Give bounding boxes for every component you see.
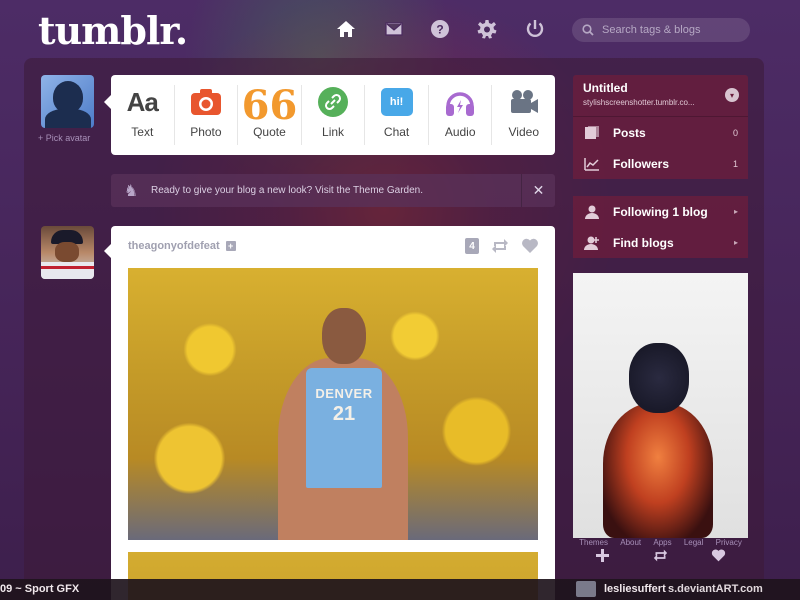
chat-icon: hi! bbox=[380, 85, 413, 119]
radar-image[interactable] bbox=[573, 273, 748, 538]
post-type-chat[interactable]: hi! Chat bbox=[365, 85, 429, 145]
photo-player-head bbox=[322, 308, 366, 364]
posts-count: 0 bbox=[732, 127, 738, 138]
watermark-bar: 09 ~ Sport GFX lesliesuffert s.deviantAR… bbox=[0, 579, 800, 600]
svg-text:?: ? bbox=[436, 23, 443, 37]
camera-icon bbox=[190, 85, 222, 119]
watermark-user: lesliesuffert bbox=[576, 581, 666, 597]
photo-jersey: DENVER 21 bbox=[306, 368, 382, 488]
post-type-label: Photo bbox=[190, 125, 222, 139]
sidebar-item-label: Following 1 blog bbox=[613, 204, 708, 219]
home-icon[interactable] bbox=[335, 18, 357, 40]
video-camera-icon bbox=[508, 85, 540, 119]
avatar-face bbox=[55, 242, 79, 262]
text-icon: Aa bbox=[126, 86, 159, 117]
post-username[interactable]: theagonyofdefeat + bbox=[128, 240, 236, 252]
post-type-bar: Aa Text Photo 66 Quote Link hi! Chat Aud… bbox=[104, 75, 555, 155]
avatar-shirt bbox=[41, 262, 94, 279]
heart-icon[interactable] bbox=[711, 548, 726, 563]
post-type-label: Link bbox=[322, 125, 345, 139]
post-type-audio[interactable]: Audio bbox=[429, 85, 493, 145]
tumblr-logo[interactable]: tumblr. bbox=[38, 8, 188, 53]
link-icon bbox=[318, 85, 349, 119]
chevron-down-icon[interactable]: ▾ bbox=[725, 88, 739, 102]
post-type-label: Quote bbox=[253, 125, 286, 139]
headphones-icon bbox=[444, 85, 476, 119]
unicorn-icon: ♞ bbox=[123, 182, 139, 200]
post-photo[interactable]: DENVER 21 bbox=[128, 268, 538, 540]
post-type-label: Chat bbox=[383, 125, 410, 139]
heart-icon[interactable] bbox=[521, 237, 539, 255]
reblog-icon[interactable] bbox=[653, 548, 668, 563]
radar-figure bbox=[603, 403, 713, 538]
radar-figure-head bbox=[629, 343, 689, 413]
post-type-video[interactable]: Video bbox=[492, 85, 555, 145]
followers-icon bbox=[583, 157, 601, 171]
search-icon bbox=[582, 24, 594, 36]
mail-icon[interactable] bbox=[383, 18, 405, 40]
posts-icon bbox=[583, 125, 601, 140]
post-type-label: Audio bbox=[444, 125, 476, 139]
pick-avatar-link[interactable]: + Pick avatar bbox=[38, 133, 90, 143]
watermark-username: lesliesuffert bbox=[604, 583, 666, 595]
avatar[interactable] bbox=[41, 75, 94, 128]
sidebar-item-label: Find blogs bbox=[613, 235, 674, 250]
follow-button[interactable]: + bbox=[225, 241, 236, 252]
jersey-number: 21 bbox=[332, 403, 356, 425]
post-type-link[interactable]: Link bbox=[302, 85, 366, 145]
avatar-stripe bbox=[41, 266, 94, 269]
post-type-quote[interactable]: 66 Quote bbox=[238, 85, 302, 145]
sidebar-item-label: Followers bbox=[613, 156, 670, 171]
jersey-team: DENVER bbox=[315, 386, 373, 401]
mini-avatar bbox=[576, 581, 596, 597]
watermark-left: 09 ~ Sport GFX bbox=[0, 583, 80, 595]
post-type-label: Video bbox=[508, 125, 539, 139]
blog-header[interactable]: Untitled stylishscreenshotter.tumblr.co.… bbox=[573, 75, 748, 117]
theme-garden-notice[interactable]: ♞ Ready to give your blog a new look? Vi… bbox=[111, 174, 555, 207]
sidebar-item-find-blogs[interactable]: Find blogs ▸ bbox=[573, 227, 748, 258]
blog-url[interactable]: stylishscreenshotter.tumblr.co... bbox=[583, 98, 715, 107]
sidebar-item-followers[interactable]: Followers 1 bbox=[573, 148, 748, 179]
post-card: theagonyofdefeat + 4 DENVER 21 bbox=[104, 226, 555, 600]
post-type-photo[interactable]: Photo bbox=[175, 85, 239, 145]
search-box[interactable] bbox=[572, 18, 750, 42]
chevron-right-icon: ▸ bbox=[733, 207, 738, 216]
sidebar-item-following[interactable]: Following 1 blog ▸ bbox=[573, 196, 748, 227]
blog-title[interactable]: Untitled bbox=[583, 81, 738, 95]
quote-icon: 66 bbox=[241, 82, 298, 129]
followers-count: 1 bbox=[732, 158, 738, 169]
post-author-avatar[interactable] bbox=[41, 226, 94, 279]
close-icon[interactable]: ✕ bbox=[521, 174, 555, 207]
search-input[interactable] bbox=[602, 24, 742, 36]
help-icon[interactable]: ? bbox=[429, 18, 451, 40]
radar-actions bbox=[573, 546, 748, 564]
gear-icon[interactable] bbox=[476, 18, 498, 40]
post-type-label: Text bbox=[131, 125, 154, 139]
power-icon[interactable] bbox=[524, 18, 546, 40]
watermark-right: s.deviantART.com bbox=[668, 583, 763, 595]
notice-text: Ready to give your blog a new look? Visi… bbox=[151, 185, 424, 196]
username-text[interactable]: theagonyofdefeat bbox=[128, 240, 220, 252]
plus-icon[interactable] bbox=[595, 548, 610, 563]
chevron-right-icon: ▸ bbox=[733, 238, 738, 247]
user-icon bbox=[583, 205, 601, 219]
add-user-icon bbox=[583, 236, 601, 250]
sidebar-item-label: Posts bbox=[613, 125, 646, 140]
avatar-shoulders bbox=[45, 109, 91, 128]
post-actions: 4 bbox=[465, 237, 539, 255]
reblog-icon[interactable] bbox=[491, 237, 509, 255]
post-type-text[interactable]: Aa Text bbox=[111, 85, 175, 145]
sidebar-item-posts[interactable]: Posts 0 bbox=[573, 117, 748, 148]
note-count[interactable]: 4 bbox=[465, 238, 479, 254]
